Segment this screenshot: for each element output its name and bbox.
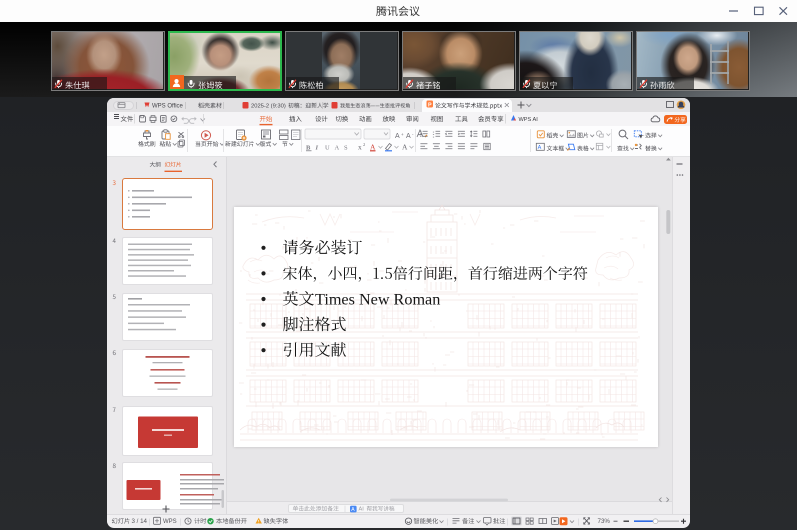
svg-text:A: A bbox=[538, 145, 542, 151]
svg-text:WPS AI: WPS AI bbox=[519, 117, 539, 123]
svg-text:WPS: WPS bbox=[163, 519, 177, 525]
svg-text:S: S bbox=[344, 145, 348, 152]
svg-text:U: U bbox=[325, 145, 330, 152]
svg-text:x: x bbox=[358, 143, 362, 152]
svg-text:I: I bbox=[315, 145, 319, 152]
svg-text:73%: 73% bbox=[598, 518, 611, 525]
svg-text:WPS Office: WPS Office bbox=[152, 104, 184, 110]
svg-text:2025-2 (9:30): 2025-2 (9:30) bbox=[251, 104, 286, 110]
svg-text:A: A bbox=[335, 145, 340, 152]
svg-text:3 / 14: 3 / 14 bbox=[132, 518, 148, 525]
svg-text:+: + bbox=[401, 132, 404, 137]
svg-text:AI: AI bbox=[359, 507, 365, 513]
svg-text:A: A bbox=[370, 143, 376, 152]
svg-text:A: A bbox=[395, 133, 400, 140]
svg-text:A: A bbox=[402, 143, 408, 152]
svg-text:-: - bbox=[412, 132, 414, 137]
svg-text:Times New Roman: Times New Roman bbox=[315, 291, 440, 309]
svg-text:2: 2 bbox=[363, 142, 365, 147]
svg-text:P: P bbox=[428, 103, 432, 109]
svg-text:A: A bbox=[406, 133, 411, 140]
